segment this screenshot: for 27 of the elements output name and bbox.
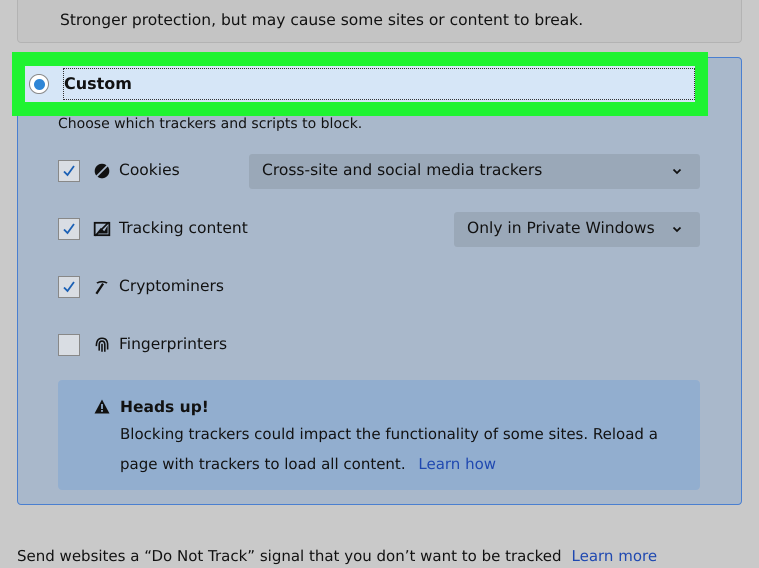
tracker-label: Cookies (119, 160, 180, 182)
notice-title: Heads up! (120, 397, 210, 418)
tracker-dropdown[interactable]: Cross-site and social media trackers (249, 154, 700, 188)
tracker-dropdown[interactable]: Only in Private Windows (454, 212, 700, 246)
tracker-checkbox[interactable] (58, 276, 80, 298)
tracker-checkbox[interactable] (58, 160, 80, 182)
learn-how-link[interactable]: Learn how (418, 455, 496, 474)
image-blocked-icon (93, 220, 111, 238)
warning-icon (94, 399, 110, 414)
tracker-label: Fingerprinters (119, 334, 228, 356)
checkmark-icon (61, 163, 77, 179)
checkmark-icon (61, 279, 77, 295)
chevron-icon (672, 226, 682, 232)
cookie-icon (93, 162, 111, 180)
fingerprint-icon (93, 336, 111, 354)
custom-description: Choose which trackers and scripts to block. (58, 116, 364, 132)
tracker-label: Tracking content (119, 218, 248, 240)
tracker-checkbox[interactable] (58, 218, 80, 240)
checkmark-icon (61, 221, 77, 237)
learn-more-link[interactable]: Learn more (572, 547, 658, 565)
tracker-checkbox[interactable] (58, 334, 80, 356)
do-not-track-text: Send websites a “Do Not Track” signal that you don’t want to be tracked Learn more (17, 546, 658, 567)
notice-text: Blocking trackers could impact the functionality of some sites. Reload a page with trackers to load all content. Learn how (120, 424, 659, 476)
chevron-icon (672, 168, 682, 174)
strict-description: Stronger protection, but may cause some sites or content to break. (60, 10, 584, 31)
custom-radio[interactable]: Custom (25, 66, 695, 102)
tracker-label: Cryptominers (119, 276, 224, 298)
